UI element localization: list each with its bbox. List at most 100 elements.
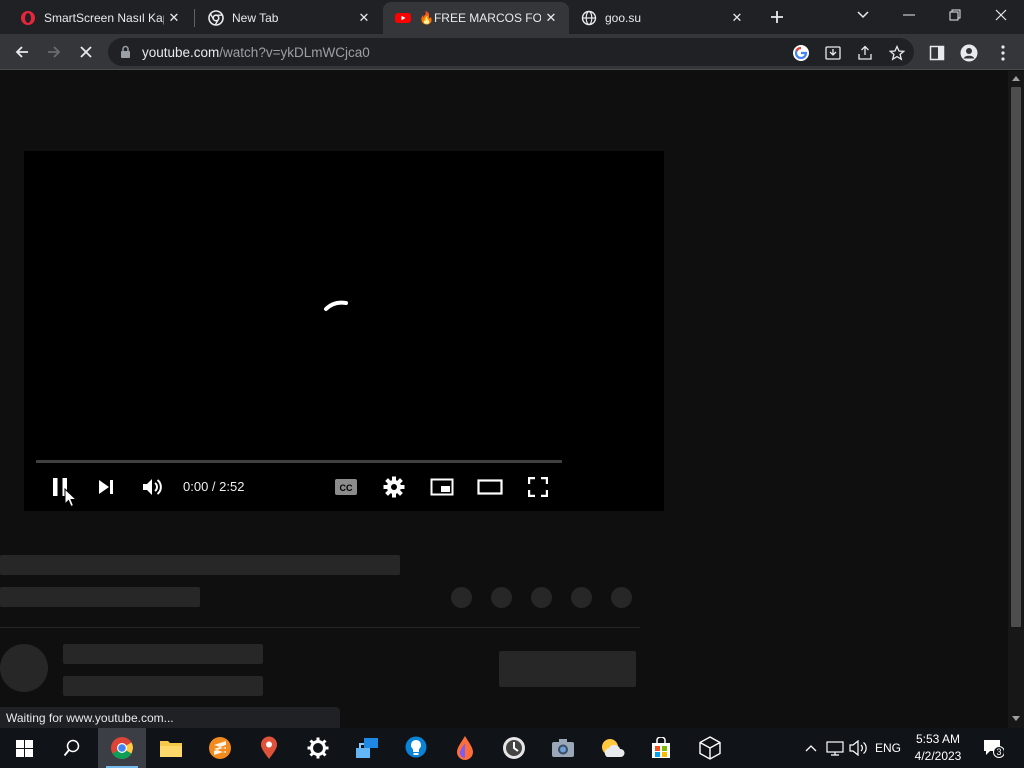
file-explorer-icon bbox=[160, 741, 182, 757]
bookmark-star-icon[interactable] bbox=[888, 44, 906, 62]
restore-button[interactable] bbox=[932, 0, 978, 30]
subscribers-skeleton bbox=[63, 676, 263, 696]
settings-icon bbox=[307, 737, 329, 759]
chevron-down-icon bbox=[857, 11, 869, 19]
close-window-button[interactable] bbox=[978, 0, 1024, 30]
taskbar-3d-viewer[interactable] bbox=[686, 728, 734, 768]
fullscreen-button[interactable] bbox=[524, 473, 552, 501]
scrollbar-thumb[interactable] bbox=[1011, 87, 1021, 627]
youtube-page: 0:00 / 2:52 CC bbox=[0, 71, 1008, 728]
fullscreen-icon bbox=[528, 477, 548, 497]
weather-icon bbox=[602, 739, 625, 757]
action-skeleton bbox=[571, 587, 592, 608]
loading-spinner-icon bbox=[324, 300, 348, 311]
channel-avatar-skeleton bbox=[0, 644, 48, 692]
scroll-up-icon bbox=[1012, 76, 1020, 81]
kebab-menu-icon[interactable] bbox=[994, 44, 1012, 62]
subscribe-button-skeleton bbox=[499, 651, 636, 687]
close-tab-icon[interactable]: ✕ bbox=[164, 8, 184, 28]
forward-button[interactable] bbox=[42, 40, 66, 64]
channel-name-skeleton bbox=[63, 644, 263, 664]
chevron-up-icon bbox=[805, 745, 817, 752]
droplet-icon bbox=[457, 736, 473, 760]
skip-next-icon bbox=[99, 480, 113, 494]
settings-button[interactable] bbox=[380, 473, 408, 501]
install-app-icon[interactable] bbox=[824, 44, 842, 62]
language-indicator[interactable]: ENG bbox=[872, 728, 904, 768]
scroll-down-icon bbox=[1012, 716, 1020, 721]
side-panel-icon[interactable] bbox=[928, 44, 946, 62]
miniplayer-icon bbox=[430, 478, 454, 496]
tab-new-tab[interactable]: New Tab ✕ bbox=[196, 2, 382, 34]
network-app-icon bbox=[356, 738, 378, 758]
action-center-button[interactable]: 3 bbox=[978, 728, 1008, 768]
taskbar-settings[interactable] bbox=[294, 728, 342, 768]
chrome-icon bbox=[208, 10, 224, 26]
taskbar-maps[interactable] bbox=[245, 728, 293, 768]
share-icon[interactable] bbox=[856, 44, 874, 62]
back-button[interactable] bbox=[10, 40, 34, 64]
taskbar-file-explorer[interactable] bbox=[147, 728, 195, 768]
next-button[interactable] bbox=[92, 473, 120, 501]
restore-icon bbox=[949, 9, 961, 21]
taskbar-yandex[interactable] bbox=[490, 728, 538, 768]
theater-mode-button[interactable] bbox=[476, 473, 504, 501]
lock-icon[interactable] bbox=[120, 45, 131, 64]
maps-pin-icon bbox=[261, 736, 277, 759]
taskbar-chrome[interactable] bbox=[98, 728, 146, 768]
yandex-icon bbox=[503, 737, 525, 759]
chrome-icon bbox=[111, 737, 133, 759]
forward-arrow-icon bbox=[48, 46, 61, 58]
tab-search-button[interactable] bbox=[840, 0, 886, 30]
new-tab-button[interactable] bbox=[766, 6, 788, 28]
tab-youtube-active[interactable]: 🔥FREE MARCOS FOR ✕ bbox=[383, 2, 569, 34]
minimize-icon bbox=[903, 14, 915, 16]
system-clock[interactable]: 5:53 AM 4/2/2023 bbox=[906, 731, 970, 765]
page-scrollbar[interactable] bbox=[1008, 71, 1024, 728]
taskbar-weather[interactable] bbox=[588, 728, 636, 768]
search-button[interactable] bbox=[48, 728, 96, 768]
tab-title: SmartScreen Nasıl Kap bbox=[44, 11, 164, 25]
miniplayer-button[interactable] bbox=[428, 473, 456, 501]
url-path: /watch?v=ykDLmWCjca0 bbox=[219, 45, 370, 60]
subtitles-button[interactable]: CC bbox=[332, 473, 360, 501]
opera-icon bbox=[20, 10, 36, 26]
volume-button[interactable] bbox=[138, 473, 168, 501]
google-lens-icon[interactable] bbox=[792, 44, 810, 62]
taskbar-camera[interactable] bbox=[539, 728, 587, 768]
minimize-button[interactable] bbox=[886, 0, 932, 30]
tab-goo-su[interactable]: goo.su ✕ bbox=[569, 2, 755, 34]
tab-smartscreen[interactable]: SmartScreen Nasıl Kap ✕ bbox=[0, 2, 192, 34]
volume-tray-icon[interactable] bbox=[848, 728, 870, 768]
globe-icon bbox=[581, 10, 597, 26]
network-tray-icon[interactable] bbox=[824, 728, 846, 768]
tab-title: 🔥FREE MARCOS FOR bbox=[419, 11, 541, 25]
tab-separator bbox=[194, 9, 195, 27]
notification-count: 3 bbox=[996, 747, 1002, 757]
svg-text:CC: CC bbox=[340, 483, 353, 493]
taskbar-network-app[interactable] bbox=[343, 728, 391, 768]
taskbar-store[interactable] bbox=[637, 728, 685, 768]
stop-loading-button[interactable] bbox=[74, 40, 98, 64]
divider bbox=[0, 627, 640, 628]
taskbar-paint[interactable] bbox=[441, 728, 489, 768]
cube-icon bbox=[699, 736, 721, 760]
close-tab-icon[interactable]: ✕ bbox=[541, 8, 561, 28]
search-icon bbox=[63, 739, 80, 757]
windows-taskbar: ENG 5:53 AM 4/2/2023 3 bbox=[0, 728, 1024, 768]
close-tab-icon[interactable]: ✕ bbox=[354, 8, 374, 28]
lightbulb-icon bbox=[405, 736, 427, 758]
gear-icon bbox=[383, 476, 405, 498]
action-skeleton bbox=[451, 587, 472, 608]
taskbar-tips[interactable] bbox=[392, 728, 440, 768]
taskbar-sublime[interactable] bbox=[196, 728, 244, 768]
profile-avatar-icon[interactable] bbox=[960, 44, 978, 62]
url-text[interactable]: youtube.com/watch?v=ykDLmWCjca0 bbox=[142, 45, 370, 60]
close-tab-icon[interactable]: ✕ bbox=[727, 8, 747, 28]
start-button[interactable] bbox=[0, 728, 48, 768]
plus-icon bbox=[771, 11, 783, 23]
video-player[interactable]: 0:00 / 2:52 CC bbox=[24, 151, 664, 511]
progress-bar[interactable] bbox=[36, 460, 562, 463]
clock-time: 5:53 AM bbox=[915, 732, 961, 746]
show-hidden-icons-button[interactable] bbox=[800, 728, 822, 768]
